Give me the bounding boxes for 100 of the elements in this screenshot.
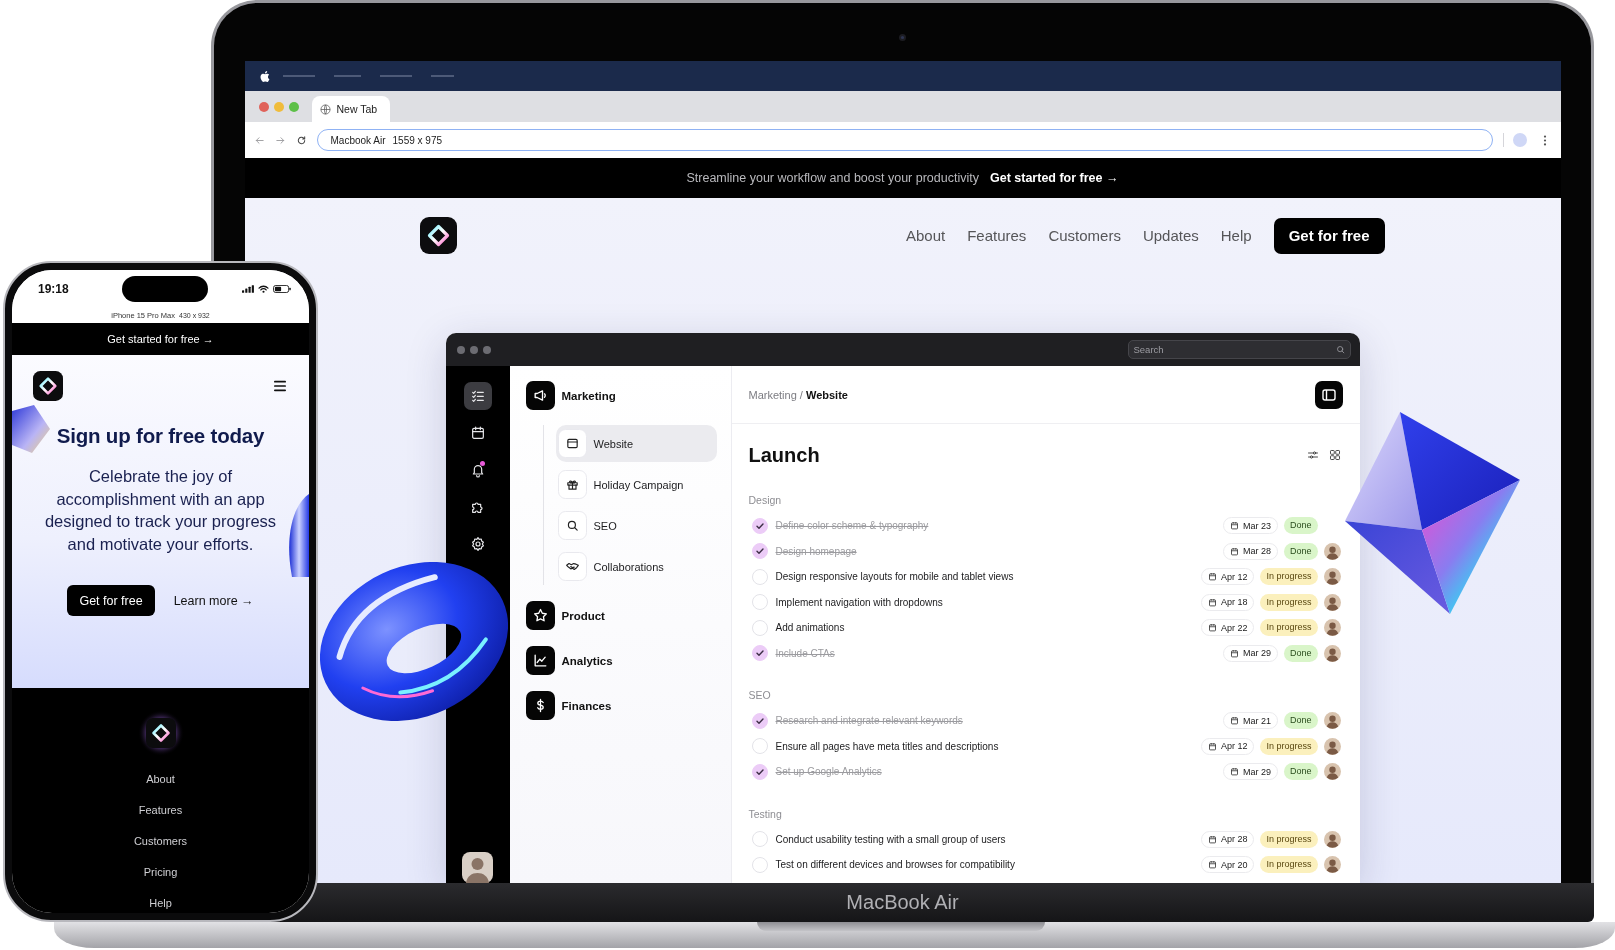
task-checkbox[interactable] [751, 517, 768, 534]
menu-line-icon [333, 75, 361, 77]
nav-link[interactable]: About [905, 227, 946, 244]
task-title: Design responsive layouts for mobile and tablet views [775, 571, 1014, 583]
reload-icon[interactable] [295, 134, 307, 146]
status-badge: Done [1284, 542, 1318, 560]
sidebar-item[interactable]: Finances [525, 691, 717, 720]
sliders-icon[interactable] [1306, 449, 1319, 461]
settings-icon [469, 536, 486, 552]
footer-link[interactable]: Features [138, 802, 183, 818]
due-date: Mar 29 [1242, 766, 1271, 777]
address-size: 1559 x 975 [392, 134, 443, 146]
section-heading: SEO [748, 688, 772, 702]
footer-link[interactable]: Pricing [143, 864, 178, 880]
more-icon[interactable] [1542, 134, 1547, 146]
puzzle-icon [469, 499, 486, 515]
calendar-icon [1207, 597, 1217, 607]
status-badge: In progress [1260, 830, 1318, 848]
calendar-icon [469, 425, 486, 441]
task-checkbox[interactable] [751, 645, 768, 662]
search-icon [1335, 345, 1345, 354]
task-checkbox[interactable] [751, 568, 768, 585]
hero-headline: Sign up for free today [56, 423, 265, 449]
calendar-icon [1207, 572, 1217, 582]
learn-more-link[interactable]: Learn more → [173, 593, 254, 608]
menu-line-icon [282, 75, 315, 77]
due-date: Mar 21 [1242, 715, 1271, 726]
nav-link[interactable]: Help [1220, 227, 1252, 244]
dollar-icon [525, 691, 555, 720]
breadcrumb: Marketing / Website [748, 388, 848, 401]
task-title: Set up Google Analytics [775, 766, 882, 778]
footer-link[interactable]: Customers [133, 833, 188, 849]
task-checkbox[interactable] [751, 831, 768, 848]
sidebar-subitem[interactable]: SEO [555, 507, 717, 544]
status-badge: In progress [1260, 856, 1318, 874]
megaphone-icon [525, 381, 555, 410]
status-badge: Done [1284, 517, 1318, 535]
due-date: Apr 12 [1220, 571, 1248, 582]
browser-tab[interactable]: New Tab [311, 96, 390, 122]
get-started-link[interactable]: Get started for free → [990, 171, 1119, 185]
avatar-icon[interactable] [462, 852, 493, 883]
due-date: Mar 23 [1242, 520, 1271, 531]
gift-icon [557, 470, 587, 499]
task-checkbox[interactable] [751, 763, 768, 780]
task-checkbox[interactable] [751, 594, 768, 611]
sidebar-item[interactable]: Marketing [525, 381, 717, 410]
get-for-free-button[interactable]: Get for free [1273, 217, 1385, 254]
due-date: Apr 20 [1220, 859, 1248, 870]
address-text: Macbook Air [330, 134, 386, 146]
chart-icon [525, 646, 555, 675]
logo-icon[interactable] [419, 217, 457, 254]
section-heading: Testing [748, 806, 783, 821]
sidebar-item[interactable]: Product [525, 601, 717, 630]
status-time: 19:18 [38, 282, 69, 296]
window-close-icon[interactable] [258, 101, 269, 112]
calendar-icon [1207, 834, 1217, 844]
task-checkbox[interactable] [751, 712, 768, 729]
rail-button[interactable] [463, 382, 492, 410]
task-checkbox[interactable] [751, 856, 768, 873]
footer-link[interactable]: About [146, 771, 175, 787]
sidebar-item[interactable]: Analytics [525, 646, 717, 675]
apple-icon [258, 69, 270, 83]
calendar-icon [1207, 860, 1217, 870]
status-badge: Done [1284, 712, 1318, 730]
hero-description: Celebrate the joy of accomplishment with an app designed to track your progress and motivate your efforts. [43, 466, 278, 555]
globe-icon [319, 103, 331, 115]
nav-link[interactable]: Customers [1048, 227, 1121, 244]
task-checkbox[interactable] [751, 619, 768, 636]
section-heading: Design [748, 493, 783, 507]
nav-link[interactable]: Features [967, 227, 1027, 244]
due-date: Apr 28 [1220, 834, 1248, 845]
laptop-model-label: MacBook Air [846, 891, 959, 914]
nav-link[interactable]: Updates [1142, 227, 1199, 244]
task-title: Ensure all pages have meta titles and descriptions [775, 740, 999, 752]
calendar-icon [1229, 521, 1239, 531]
sidebar-subitem[interactable]: Website [555, 425, 717, 462]
checklist-icon [469, 388, 486, 404]
logo-icon[interactable] [33, 371, 63, 401]
menu-line-icon [430, 75, 454, 77]
sidebar-subitem[interactable]: Holiday Campaign [555, 466, 717, 503]
footer-link[interactable]: Help [149, 895, 172, 911]
status-badge: In progress [1260, 568, 1318, 586]
grid-icon[interactable] [1328, 449, 1341, 461]
crystal-drawing [12, 405, 50, 453]
task-title: Implement navigation with dropdowns [775, 596, 943, 608]
task-checkbox[interactable] [751, 543, 768, 560]
calendar-icon [1207, 741, 1217, 751]
get-for-free-button[interactable]: Get for free [67, 585, 155, 616]
task-checkbox[interactable] [751, 738, 768, 755]
page-title: Launch [748, 443, 820, 467]
logo-icon[interactable] [137, 710, 184, 756]
menu-icon[interactable] [273, 380, 287, 392]
search-field[interactable]: Search [1127, 340, 1351, 359]
battery-icon [273, 285, 291, 293]
task-title: Add animations [775, 622, 845, 634]
get-started-link[interactable]: Get started for free → [107, 333, 214, 345]
panel-toggle-icon[interactable] [1314, 380, 1343, 409]
sidebar-subitem[interactable]: Collaborations [555, 548, 717, 585]
due-date: Apr 18 [1220, 597, 1248, 608]
status-badge: In progress [1260, 619, 1318, 637]
